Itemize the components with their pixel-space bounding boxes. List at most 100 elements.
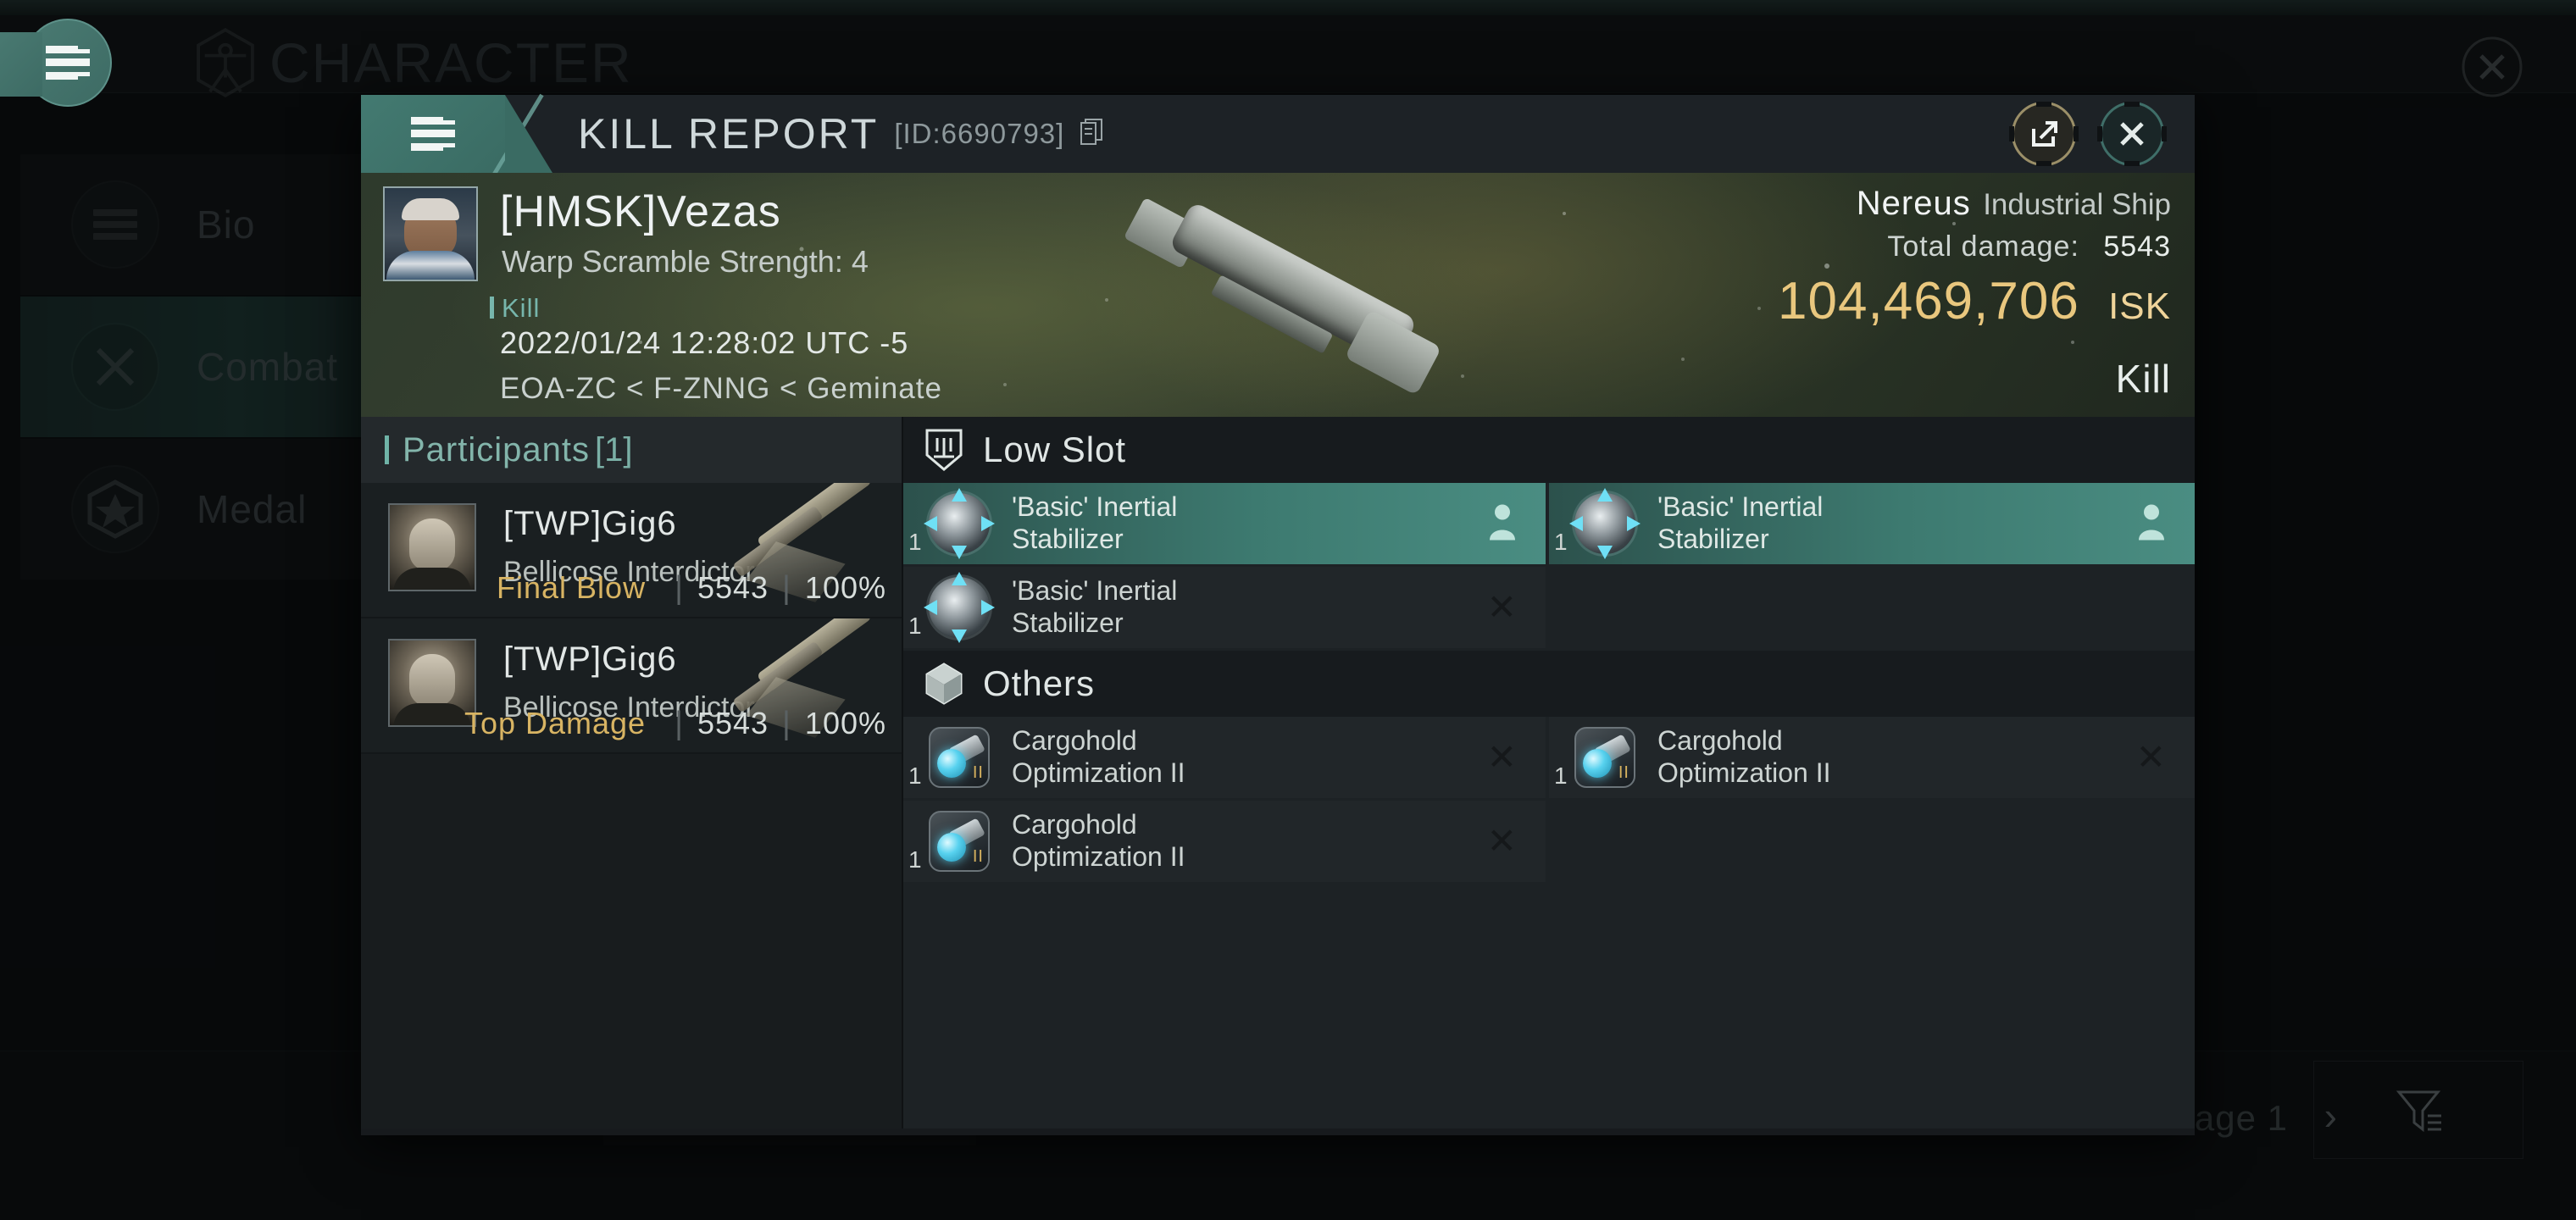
module-item[interactable]: 1 II Cargohold Optimization II ✕ xyxy=(1549,717,2195,798)
cargohold-optimization-icon: II xyxy=(1574,727,1635,788)
others-column-right: 1 II Cargohold Optimization II ✕ xyxy=(1549,717,2195,884)
avatar xyxy=(388,503,476,591)
icon-orb xyxy=(1583,749,1612,778)
kill-result: Kill xyxy=(2115,357,2171,401)
module-state: ✕ xyxy=(1487,590,1517,625)
victim-banner: [HMSK]Vezas Warp Scramble Strength: 4 Ki… xyxy=(361,173,2195,417)
person-icon xyxy=(1490,504,1515,541)
avatar-hair xyxy=(402,198,459,220)
hamburger-icon xyxy=(46,46,90,80)
kill-tag: Kill xyxy=(489,293,541,323)
module-state: ✕ xyxy=(1487,740,1517,775)
empty-slot xyxy=(1549,801,2195,882)
module-tier: II xyxy=(972,847,984,866)
kill-report-id: [ID:6690793] xyxy=(894,118,1102,150)
low-slot-shield-icon xyxy=(925,429,963,471)
dialog-header: KILL REPORT [ID:6690793] xyxy=(361,93,2195,192)
menu-tab-shape xyxy=(0,32,42,97)
copy-icon[interactable] xyxy=(1080,119,1102,146)
others-column-left: 1 II Cargohold Optimization II ✕ 1 II Ca… xyxy=(903,717,1549,884)
avatar-head xyxy=(409,654,455,707)
avatar-head xyxy=(409,518,455,571)
ship-name: Nereus xyxy=(1856,185,1971,222)
participant-stats: Final Blow | 5543 | 100% xyxy=(497,570,886,607)
global-menu-button[interactable] xyxy=(0,19,112,107)
ring-notch-right xyxy=(2162,126,2167,141)
participant-percent: 100% xyxy=(804,570,886,605)
module-name: Cargohold Optimization II xyxy=(1012,809,1185,872)
avatar-shoulders xyxy=(393,703,471,725)
hamburger-icon xyxy=(411,117,455,151)
warp-scramble-strength: Warp Scramble Strength: 4 xyxy=(502,244,869,279)
module-qty: 1 xyxy=(908,529,922,555)
kill-report-dialog: KILL REPORT [ID:6690793] [HMSK]Vezas War… xyxy=(361,93,2195,1135)
cargohold-optimization-icon: II xyxy=(929,811,990,872)
others-header: Others xyxy=(903,651,2195,717)
victim-avatar[interactable] xyxy=(383,186,478,281)
icon-spike-left xyxy=(924,516,937,531)
module-state: ✕ xyxy=(1487,824,1517,859)
dialog-menu-button[interactable] xyxy=(361,93,552,192)
app-root: CHARACTER Bio xyxy=(0,0,2576,1220)
close-icon xyxy=(2120,122,2144,146)
module-state xyxy=(1488,503,1517,545)
low-slot-column-right: 1 'Basic' Inertial Stabilizer xyxy=(1549,483,2195,651)
module-name: 'Basic' Inertial Stabilizer xyxy=(1012,491,1178,554)
module-name: Cargohold Optimization II xyxy=(1657,725,1831,788)
participants-count: [1] xyxy=(594,430,633,469)
icon-orb xyxy=(937,833,966,862)
low-slot-column-left: 1 'Basic' Inertial Stabilizer 1 'Basic' … xyxy=(903,483,1549,651)
participant-damage: 5543 xyxy=(697,706,769,740)
participant-stats: Top Damage | 5543 | 100% xyxy=(464,706,886,742)
module-item[interactable]: 1 'Basic' Inertial Stabilizer xyxy=(1549,483,2195,564)
ship-class: Industrial Ship xyxy=(1983,188,2171,221)
participants-header: Participants [1] xyxy=(361,417,902,483)
dialog-header-actions xyxy=(2009,102,2167,166)
module-item[interactable]: 1 II Cargohold Optimization II ✕ xyxy=(903,717,1546,798)
kill-location: EOA-ZC < F-ZNNG < Geminate xyxy=(500,372,942,405)
module-state xyxy=(2137,503,2166,545)
ring-notch-left xyxy=(2009,126,2014,141)
icon-spike-right xyxy=(981,600,995,615)
stat-separator: | xyxy=(782,706,791,741)
fitting-pane: Low Slot 1 'Basic' Inertial Stabilizer 1… xyxy=(903,417,2195,1128)
dialog-body: Participants [1] [TWP]Gig6 Bellicose Int… xyxy=(361,417,2195,1128)
module-qty: 1 xyxy=(908,613,922,639)
table-row[interactable]: [TWP]Gig6 Bellicose Interdictor Final Bl… xyxy=(361,483,902,618)
participant-damage: 5543 xyxy=(697,570,769,605)
icon-spike-left xyxy=(1569,516,1583,531)
module-name: 'Basic' Inertial Stabilizer xyxy=(1657,491,1824,554)
stat-separator: | xyxy=(675,706,684,741)
share-button[interactable] xyxy=(2009,102,2079,166)
cube-icon xyxy=(925,663,963,705)
isk-value: 104,469,706 xyxy=(1778,272,2079,330)
participant-tag: Final Blow xyxy=(497,570,647,605)
module-qty: 1 xyxy=(1554,529,1568,555)
ring-notch-right xyxy=(2074,126,2079,141)
section-title: Others xyxy=(983,663,1096,703)
x-icon: ✕ xyxy=(1486,821,1517,861)
avatar xyxy=(388,639,476,727)
empty-slot xyxy=(1549,567,2195,648)
participant-percent: 100% xyxy=(804,706,886,740)
module-tier: II xyxy=(1618,763,1629,782)
participant-name: [TWP]Gig6 xyxy=(503,505,677,542)
kill-timestamp: 2022/01/24 12:28:02 UTC -5 xyxy=(500,325,909,360)
table-row[interactable]: [TWP]Gig6 Bellicose Interdictor Top Dama… xyxy=(361,618,902,754)
dialog-title: KILL REPORT xyxy=(578,110,880,158)
module-item[interactable]: 1 'Basic' Inertial Stabilizer xyxy=(903,483,1546,564)
ring-notch-left xyxy=(2097,126,2102,141)
nereus-ship-render xyxy=(1073,176,1513,413)
module-item[interactable]: 1 II Cargohold Optimization II ✕ xyxy=(903,801,1546,882)
module-qty: 1 xyxy=(908,846,922,873)
close-dialog-button[interactable] xyxy=(2097,102,2167,166)
total-damage-value: 5543 xyxy=(2103,230,2171,263)
icon-spike-right xyxy=(981,516,995,531)
module-qty: 1 xyxy=(908,762,922,789)
external-link-icon xyxy=(2032,121,2057,147)
low-slot-grid: 1 'Basic' Inertial Stabilizer 1 'Basic' … xyxy=(903,483,2195,651)
inertial-stabilizer-icon xyxy=(1569,493,1641,554)
module-item[interactable]: 1 'Basic' Inertial Stabilizer ✕ xyxy=(903,567,1546,648)
module-state: ✕ xyxy=(2136,740,2166,775)
stat-separator: | xyxy=(782,570,791,606)
